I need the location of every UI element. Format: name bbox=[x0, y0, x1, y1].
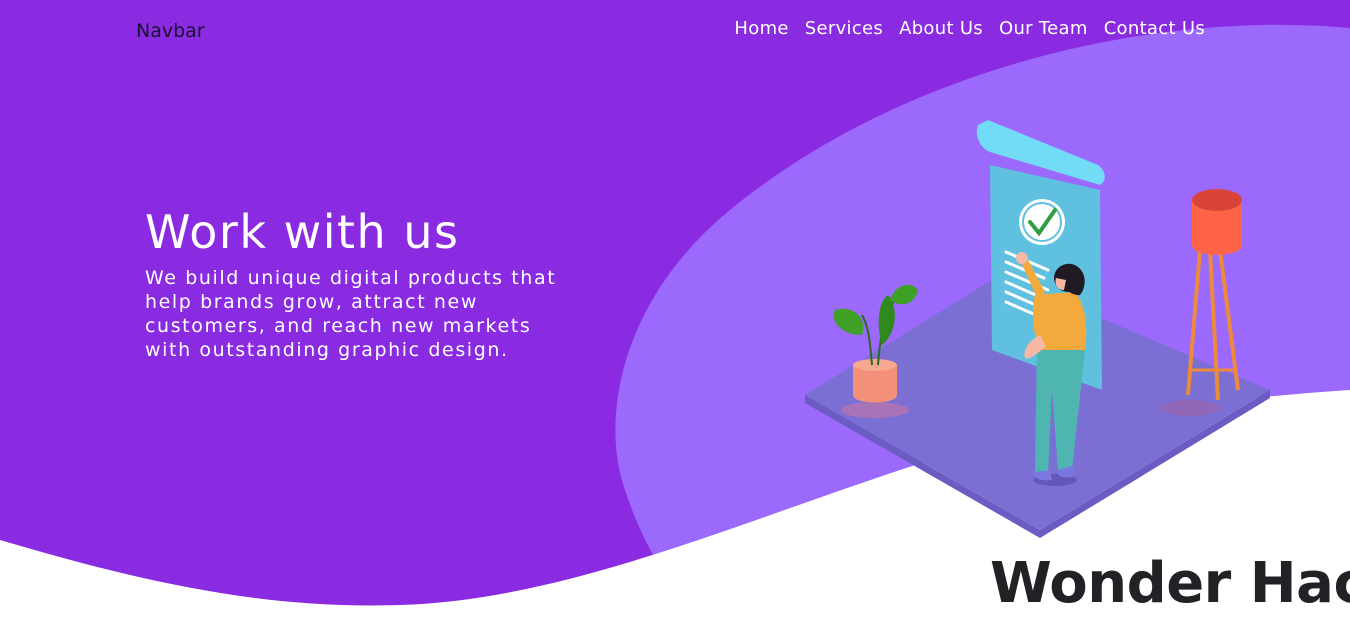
hero-title: Work with us bbox=[145, 205, 460, 259]
nav-item-contact-us: Contact Us bbox=[1104, 18, 1205, 39]
nav-item-services: Services bbox=[805, 18, 883, 39]
nav-item-home: Home bbox=[734, 18, 788, 39]
nav-link-about-us[interactable]: About Us bbox=[899, 18, 983, 39]
navbar-brand[interactable]: Navbar bbox=[136, 20, 205, 42]
nav-links: Home Services About Us Our Team Contact … bbox=[734, 18, 1205, 39]
site-title: Wonder Hack bbox=[990, 551, 1350, 616]
nav-link-home[interactable]: Home bbox=[734, 18, 788, 39]
hero-illustration bbox=[805, 120, 1270, 538]
navbar: Navbar Home Services About Us Our Team C… bbox=[0, 0, 1350, 60]
nav-link-contact-us[interactable]: Contact Us bbox=[1104, 18, 1205, 39]
hero-description: We build unique digital products that he… bbox=[145, 267, 557, 362]
page: Navbar Home Services About Us Our Team C… bbox=[0, 0, 1350, 625]
nav-item-our-team: Our Team bbox=[999, 18, 1088, 39]
nav-item-about-us: About Us bbox=[899, 18, 983, 39]
hero-text: Work with us We build unique digital pro… bbox=[145, 205, 585, 362]
nav-link-services[interactable]: Services bbox=[805, 18, 883, 39]
nav-link-our-team[interactable]: Our Team bbox=[999, 18, 1088, 39]
